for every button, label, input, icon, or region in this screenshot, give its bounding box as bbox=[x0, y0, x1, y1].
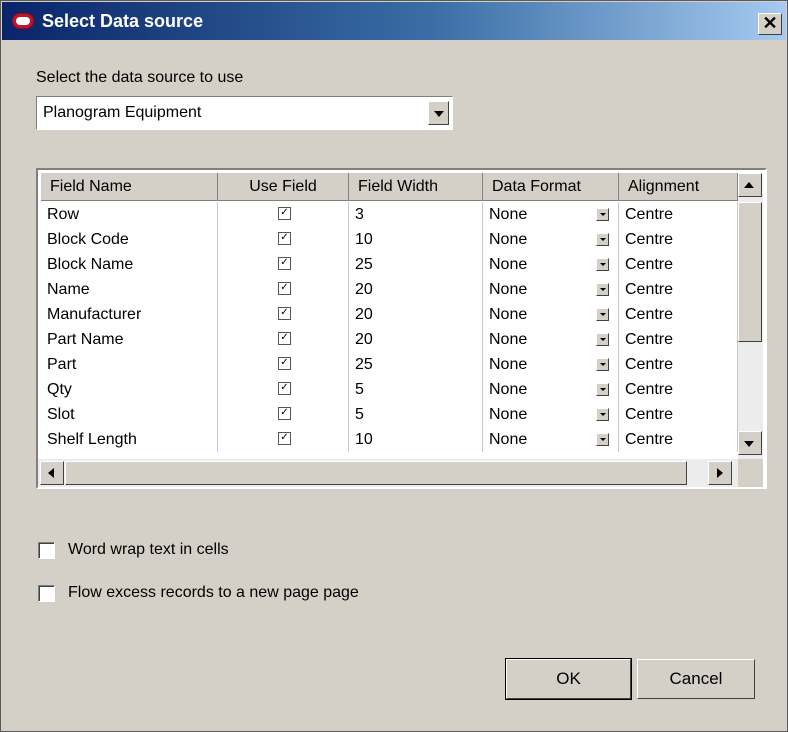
checkmark-icon[interactable]: ✓ bbox=[278, 282, 291, 295]
scroll-up-button[interactable] bbox=[738, 173, 762, 197]
field-name-cell[interactable]: Part Name bbox=[41, 327, 218, 352]
column-header-data-format[interactable]: Data Format bbox=[483, 173, 619, 201]
field-name-cell[interactable]: Shelf Length bbox=[41, 427, 218, 452]
dropdown-arrow-icon[interactable] bbox=[596, 408, 609, 421]
field-name-cell[interactable]: Slot bbox=[41, 402, 218, 427]
table-row[interactable]: Part ✓ 25 None Centre bbox=[38, 352, 738, 377]
field-width-cell[interactable]: 3 bbox=[349, 202, 483, 227]
alignment-cell[interactable]: Centre bbox=[619, 402, 738, 427]
dropdown-arrow-icon[interactable] bbox=[596, 233, 609, 246]
field-width-cell[interactable]: 20 bbox=[349, 327, 483, 352]
checkmark-icon[interactable]: ✓ bbox=[278, 307, 291, 320]
field-width-cell[interactable]: 25 bbox=[349, 352, 483, 377]
field-name-cell[interactable]: Block Code bbox=[41, 227, 218, 252]
field-width-cell[interactable]: 5 bbox=[349, 402, 483, 427]
table-row[interactable]: Manufacturer ✓ 20 None Centre bbox=[38, 302, 738, 327]
alignment-cell[interactable]: Centre bbox=[619, 377, 738, 402]
dropdown-arrow-icon[interactable] bbox=[596, 433, 609, 446]
scrollbar-corner bbox=[738, 459, 763, 487]
alignment-cell[interactable]: Centre bbox=[619, 427, 738, 452]
column-header-field-width[interactable]: Field Width bbox=[349, 173, 483, 201]
checkmark-icon[interactable]: ✓ bbox=[278, 232, 291, 245]
table-row[interactable]: Name ✓ 20 None Centre bbox=[38, 277, 738, 302]
field-name-cell[interactable]: Manufacturer bbox=[41, 302, 218, 327]
table-row[interactable]: Qty ✓ 5 None Centre bbox=[38, 377, 738, 402]
data-source-select[interactable]: Planogram Equipment bbox=[36, 96, 453, 130]
dropdown-arrow-icon[interactable] bbox=[596, 283, 609, 296]
checkmark-icon[interactable]: ✓ bbox=[278, 357, 291, 370]
checkmark-icon[interactable]: ✓ bbox=[278, 257, 291, 270]
table-row[interactable]: Slot ✓ 5 None Centre bbox=[38, 402, 738, 427]
alignment-cell[interactable]: Centre bbox=[619, 352, 738, 377]
column-header-field-name[interactable]: Field Name bbox=[41, 173, 218, 201]
field-width-cell[interactable]: 20 bbox=[349, 277, 483, 302]
table-row[interactable]: Row ✓ 3 None Centre bbox=[38, 202, 738, 227]
field-width-cell[interactable]: 10 bbox=[349, 427, 483, 452]
checkmark-icon[interactable]: ✓ bbox=[278, 207, 291, 220]
flow-records-label: Flow excess records to a new page page bbox=[68, 584, 359, 601]
horizontal-scroll-thumb[interactable] bbox=[65, 461, 687, 485]
alignment-cell[interactable]: Centre bbox=[619, 227, 738, 252]
title-bar[interactable]: Select Data source ✕ bbox=[2, 2, 786, 40]
checkmark-icon[interactable]: ✓ bbox=[278, 407, 291, 420]
cancel-button[interactable]: Cancel bbox=[637, 659, 755, 699]
dropdown-arrow-icon[interactable] bbox=[596, 358, 609, 371]
field-width-cell[interactable]: 10 bbox=[349, 227, 483, 252]
field-name-cell[interactable]: Name bbox=[41, 277, 218, 302]
column-header-alignment[interactable]: Alignment bbox=[619, 173, 738, 201]
field-width-cell[interactable]: 5 bbox=[349, 377, 483, 402]
select-data-source-dialog: Select Data source ✕ Select the data sou… bbox=[0, 0, 788, 732]
horizontal-scrollbar[interactable] bbox=[38, 459, 738, 487]
alignment-cell[interactable]: Centre bbox=[619, 327, 738, 352]
checkmark-icon[interactable]: ✓ bbox=[278, 432, 291, 445]
field-name-cell[interactable]: Row bbox=[41, 202, 218, 227]
dropdown-arrow-icon bbox=[434, 111, 444, 117]
scroll-left-button[interactable] bbox=[40, 461, 64, 485]
dropdown-arrow-icon[interactable] bbox=[596, 208, 609, 221]
scroll-up-icon bbox=[744, 182, 754, 188]
dropdown-arrow-icon[interactable] bbox=[596, 383, 609, 396]
word-wrap-checkbox[interactable] bbox=[38, 542, 55, 559]
field-width-cell[interactable]: 25 bbox=[349, 252, 483, 277]
vertical-scrollbar[interactable] bbox=[738, 173, 763, 459]
alignment-cell[interactable]: Centre bbox=[619, 252, 738, 277]
table-row[interactable]: Shelf Length ✓ 10 None Centre bbox=[38, 427, 738, 452]
ok-button[interactable]: OK bbox=[505, 658, 632, 700]
data-source-label: Select the data source to use bbox=[36, 69, 244, 86]
data-source-dropdown-button[interactable] bbox=[428, 101, 449, 125]
scroll-left-icon bbox=[48, 468, 54, 478]
scroll-down-button[interactable] bbox=[738, 431, 762, 455]
scroll-down-icon bbox=[744, 441, 754, 447]
field-width-cell[interactable]: 20 bbox=[349, 302, 483, 327]
oracle-logo-icon bbox=[12, 13, 34, 29]
checkmark-icon[interactable]: ✓ bbox=[278, 382, 291, 395]
dropdown-arrow-icon[interactable] bbox=[596, 308, 609, 321]
scroll-right-icon bbox=[717, 468, 723, 478]
alignment-cell[interactable]: Centre bbox=[619, 202, 738, 227]
field-name-cell[interactable]: Block Name bbox=[41, 252, 218, 277]
column-header-use-field[interactable]: Use Field bbox=[218, 173, 349, 201]
table-row[interactable]: Block Code ✓ 10 None Centre bbox=[38, 227, 738, 252]
vertical-scroll-thumb[interactable] bbox=[738, 202, 762, 342]
table-row[interactable]: Part Name ✓ 20 None Centre bbox=[38, 327, 738, 352]
alignment-cell[interactable]: Centre bbox=[619, 302, 738, 327]
word-wrap-label: Word wrap text in cells bbox=[68, 541, 229, 558]
data-source-value: Planogram Equipment bbox=[43, 104, 202, 121]
window-title: Select Data source bbox=[42, 11, 204, 31]
dropdown-arrow-icon[interactable] bbox=[596, 258, 609, 271]
flow-records-checkbox[interactable] bbox=[38, 585, 55, 602]
close-icon: ✕ bbox=[762, 13, 778, 33]
dropdown-arrow-icon[interactable] bbox=[596, 333, 609, 346]
close-button[interactable]: ✕ bbox=[758, 13, 782, 35]
alignment-cell[interactable]: Centre bbox=[619, 277, 738, 302]
scroll-right-button[interactable] bbox=[708, 461, 732, 485]
checkmark-icon[interactable]: ✓ bbox=[278, 332, 291, 345]
fields-grid[interactable]: Field Name Use Field Field Width Data Fo… bbox=[36, 168, 767, 489]
field-name-cell[interactable]: Part bbox=[41, 352, 218, 377]
table-row[interactable]: Block Name ✓ 25 None Centre bbox=[38, 252, 738, 277]
field-name-cell[interactable]: Qty bbox=[41, 377, 218, 402]
